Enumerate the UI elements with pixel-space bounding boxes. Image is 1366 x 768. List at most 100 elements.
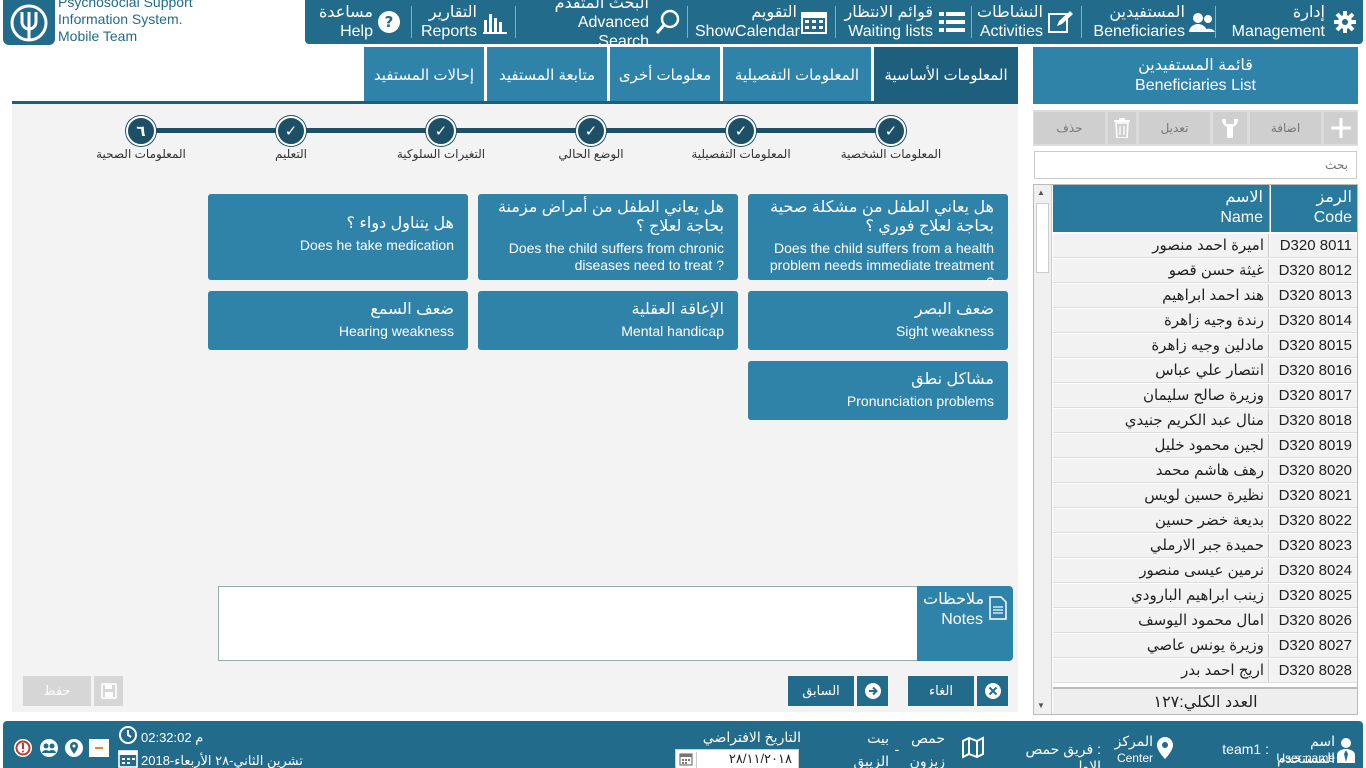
table-row[interactable]: رهف هاشم محمد D320 8020 bbox=[1053, 459, 1357, 483]
table-row[interactable]: منال عبد الكريم جنيدي D320 8018 bbox=[1053, 409, 1357, 433]
table-row[interactable]: حميدة جبر الارملي D320 8023 bbox=[1053, 534, 1357, 558]
tab-detailed-info[interactable]: المعلومات التفصيلية bbox=[723, 47, 871, 102]
notes-textarea[interactable] bbox=[218, 586, 918, 661]
wrench-icon[interactable] bbox=[1213, 112, 1247, 144]
step-3-check-icon[interactable]: ✓ bbox=[576, 116, 606, 146]
cancel-button[interactable]: الغاء bbox=[908, 676, 974, 706]
save-button[interactable]: حفظ bbox=[23, 676, 91, 706]
step-4-check-icon[interactable]: ✓ bbox=[426, 116, 456, 146]
row-name: بديعة خضر حسين bbox=[1053, 509, 1269, 532]
app-logo bbox=[3, 0, 55, 45]
edit-button[interactable]: تعديل bbox=[1139, 112, 1210, 144]
minimize-button[interactable] bbox=[89, 739, 109, 757]
card-pronunciation-problems[interactable]: مشاكل نطق Pronunciation problems bbox=[748, 361, 1008, 420]
team-icon[interactable] bbox=[39, 738, 59, 763]
scroll-up-icon[interactable]: ▲ bbox=[1037, 188, 1045, 197]
table-row[interactable]: امال محمود اليوسف D320 8026 bbox=[1053, 609, 1357, 633]
card-hearing-weakness[interactable]: ضعف السمع Hearing weakness bbox=[208, 291, 468, 350]
table-row[interactable]: مادلين وجيه زاهرة D320 8015 bbox=[1053, 334, 1357, 358]
row-name: اريج احمد بدر bbox=[1053, 659, 1269, 682]
plus-icon[interactable] bbox=[1324, 112, 1357, 144]
card-en-text: Hearing weakness bbox=[338, 323, 454, 339]
tab-beneficiary-referrals[interactable]: إحالات المستفيد bbox=[364, 47, 484, 102]
card-en-text: Does the child suffers from chronic dise… bbox=[508, 240, 724, 273]
menu-separator bbox=[1081, 6, 1082, 38]
step-1-check-icon[interactable]: ✓ bbox=[876, 116, 906, 146]
step-6-label: المعلومات الصحية bbox=[96, 147, 186, 161]
row-name: زينب ابراهيم البارودي bbox=[1053, 584, 1269, 607]
previous-button[interactable]: السابق bbox=[788, 676, 854, 706]
menu-separator bbox=[971, 6, 972, 38]
app-name-line1: Psychosocial Support bbox=[58, 0, 193, 10]
add-button[interactable]: اضافة bbox=[1250, 112, 1321, 144]
tab-basic-info[interactable]: المعلومات الأساسية bbox=[874, 47, 1018, 102]
menu-management[interactable]: إدارة Management bbox=[1225, 0, 1361, 44]
column-header-name[interactable]: الاسم Name bbox=[1053, 185, 1270, 232]
card-ar-text: هل يعاني الطفل من مشكلة صحية بحاجة لعلاج… bbox=[770, 199, 994, 235]
center-label-ar: المركز bbox=[1114, 733, 1153, 749]
table-row[interactable]: بديعة خضر حسين D320 8022 bbox=[1053, 509, 1357, 533]
menu-activities-ar: النشاطات bbox=[977, 4, 1043, 21]
menu-advanced-search[interactable]: البحث المتقدم Advanced Search bbox=[523, 0, 683, 50]
app-name: Psychosocial Support Information System.… bbox=[58, 0, 193, 45]
menu-reports[interactable]: التقارير Reports bbox=[417, 0, 513, 44]
table-row[interactable]: نظيرة حسين لويس D320 8021 bbox=[1053, 484, 1357, 508]
scroll-thumb[interactable] bbox=[1036, 203, 1049, 273]
card-chronic-diseases[interactable]: هل يعاني الطفل من أمراض مزمنة بحاجة لعلا… bbox=[478, 194, 738, 280]
table-row[interactable]: زينب ابراهيم البارودي D320 8025 bbox=[1053, 584, 1357, 608]
column-header-code[interactable]: الرمز Code bbox=[1271, 185, 1357, 232]
menu-beneficiaries[interactable]: المستفيدين Beneficiaries bbox=[1087, 0, 1215, 44]
table-row[interactable]: غيثة حسن قصو D320 8012 bbox=[1053, 259, 1357, 283]
menu-waiting-lists-en: Waiting lists bbox=[848, 23, 933, 40]
default-date-field[interactable]: ٢٨/١١/٢٠١٨ bbox=[675, 749, 799, 768]
tab-other-info[interactable]: معلومات أخرى bbox=[610, 47, 720, 102]
table-row[interactable]: لجين محمود خليل D320 8019 bbox=[1053, 434, 1357, 458]
scroll-down-icon[interactable]: ▼ bbox=[1037, 701, 1045, 710]
power-icon[interactable] bbox=[13, 738, 33, 763]
menu-management-ar: إدارة bbox=[1292, 4, 1325, 21]
location-pin-icon bbox=[1157, 737, 1173, 764]
step-5-check-icon[interactable]: ✓ bbox=[276, 116, 306, 146]
card-en-text: Does the child suffers from a health pro… bbox=[769, 240, 994, 290]
svg-text:?: ? bbox=[385, 13, 394, 31]
beneficiaries-search-input[interactable] bbox=[1034, 151, 1357, 179]
card-takes-medication[interactable]: هل يتناول دواء ؟ Does he take medication bbox=[208, 194, 468, 280]
center-label-en: Center bbox=[1116, 751, 1153, 765]
row-code: D320 8022 bbox=[1270, 509, 1356, 532]
table-row[interactable]: انتصار علي عباس D320 8016 bbox=[1053, 359, 1357, 383]
step-2-check-icon[interactable]: ✓ bbox=[726, 116, 756, 146]
grid-scrollbar[interactable]: ▲ ▼ bbox=[1034, 185, 1052, 714]
menu-help[interactable]: مساعدة Help ? bbox=[315, 0, 407, 44]
table-row[interactable]: وزيرة صالح سليمان D320 8017 bbox=[1053, 384, 1357, 408]
save-icon[interactable] bbox=[94, 676, 123, 706]
center-value: : فريق حمص الاول bbox=[1025, 741, 1101, 768]
table-row[interactable]: رندة وجيه زاهرة D320 8014 bbox=[1053, 309, 1357, 333]
step-6-number[interactable]: ٦ bbox=[126, 116, 156, 146]
cancel-icon[interactable] bbox=[977, 676, 1008, 706]
menu-activities[interactable]: النشاطات Activities bbox=[977, 0, 1077, 44]
delete-button[interactable]: حذف bbox=[1034, 112, 1105, 144]
row-code: D320 8021 bbox=[1270, 484, 1356, 507]
app-name-line3: Mobile Team bbox=[58, 28, 138, 44]
location-1-line1: حمص bbox=[911, 730, 945, 746]
arrow-right-icon[interactable] bbox=[857, 676, 888, 706]
card-mental-handicap[interactable]: الإعاقة العقلية Mental handicap bbox=[478, 291, 738, 350]
map-pin-icon[interactable] bbox=[64, 738, 84, 763]
table-row[interactable]: نرمين عيسى منصور D320 8024 bbox=[1053, 559, 1357, 583]
table-row[interactable]: هند احمد ابراهيم D320 8013 bbox=[1053, 284, 1357, 308]
tab-beneficiary-followup[interactable]: متابعة المستفيد bbox=[487, 47, 607, 102]
calendar-icon bbox=[801, 10, 827, 34]
beneficiaries-grid: ▲ ▼ الاسم Name الرمز Code اميرة احمد منص… bbox=[1033, 184, 1358, 715]
table-row[interactable]: اميرة احمد منصور D320 8011 bbox=[1053, 234, 1357, 258]
calendar-small-icon[interactable] bbox=[679, 752, 693, 768]
card-sight-weakness[interactable]: ضعف البصر Sight weakness bbox=[748, 291, 1008, 350]
table-row[interactable]: اريج احمد بدر D320 8028 bbox=[1053, 659, 1357, 683]
menu-calendar[interactable]: التقويم ShowCalendar bbox=[695, 0, 831, 44]
trash-icon[interactable] bbox=[1108, 112, 1136, 144]
notes-label-ar: ملاحظات bbox=[923, 591, 985, 608]
table-row[interactable]: وزيرة يونس عاصي D320 8027 bbox=[1053, 634, 1357, 658]
card-immediate-treatment[interactable]: هل يعاني الطفل من مشكلة صحية بحاجة لعلاج… bbox=[748, 194, 1008, 290]
row-name: مادلين وجيه زاهرة bbox=[1053, 334, 1269, 357]
menu-waiting-lists[interactable]: قوائم الانتظار Waiting lists bbox=[841, 0, 969, 44]
card-ar-text: هل يعاني الطفل من أمراض مزمنة بحاجة لعلا… bbox=[497, 199, 724, 235]
